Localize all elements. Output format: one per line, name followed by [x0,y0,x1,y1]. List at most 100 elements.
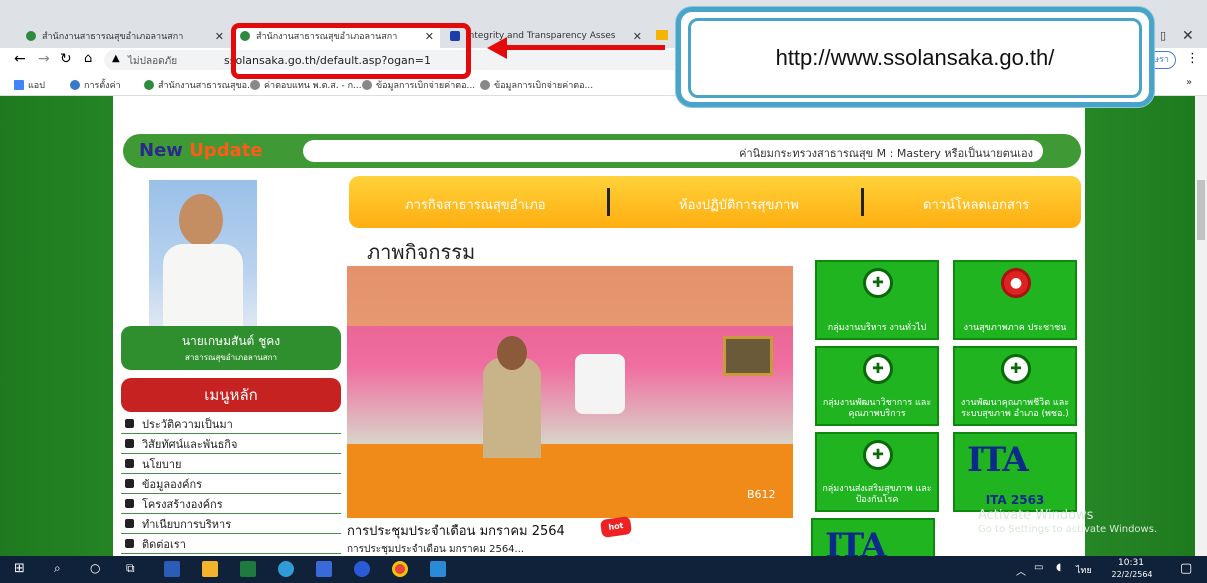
menu-item-label: ข้อมูลองค์กร [142,477,203,491]
uniform-shape [163,244,243,328]
store-icon[interactable] [316,561,332,577]
web-page: New Update ค่านิยมกระทรวงสาธารณสุข M : M… [0,96,1195,556]
menu-dots-icon[interactable]: ⋮ [1186,51,1199,66]
bookmark-label: แอป [28,81,45,91]
menu-item-contact[interactable]: ติดต่อเรา [121,534,341,554]
pointer-arrow-shaft [505,45,665,50]
url-highlight-box [231,23,471,79]
update-label: Update [189,140,263,161]
bullet-icon [125,459,134,468]
portrait-frame-shape [723,336,773,376]
window-close-icon[interactable]: ✕ [1182,28,1194,44]
more-bookmarks-icon[interactable]: » [1186,77,1192,88]
language-indicator[interactable]: ไทย [1076,563,1092,577]
warning-icon[interactable]: ▲ [112,53,120,64]
menu-item-structure[interactable]: โครงสร้างองค์กร [121,494,341,514]
menu-item-org-info[interactable]: ข้อมูลองค์กร [121,474,341,494]
tile-health-promotion[interactable]: ✚ กลุ่มงานส่งเสริมสุขภาพ และป้องกันโรค [815,432,939,512]
tray-chevron-icon[interactable]: ︿ [1016,563,1026,578]
edge-icon[interactable] [278,561,294,577]
tile-label: กลุ่มงานส่งเสริมสุขภาพ และป้องกันโรค [822,484,932,505]
tile-academic[interactable]: ✚ กลุ่มงานพัฒนาวิชาการ และคุณภาพบริการ [815,346,939,426]
volume-icon[interactable]: ◖ [1056,562,1061,573]
back-arrow-icon[interactable]: ← [14,51,26,67]
main-menu-header: เมนูหลัก [121,378,341,412]
bookmark-ssolansaka[interactable]: สำนักงานสาธารณสุขอ... [144,78,256,92]
menu-item-label: ประวัติความเป็นมา [142,417,233,431]
people-icon: ● [1001,268,1031,298]
new-label: New [139,140,183,161]
apps-grid-icon [14,80,24,90]
bookmark-settings[interactable]: การตั้งค่า [70,78,121,92]
activate-windows-sub: Go to Settings to activate Windows. [978,524,1158,535]
notification-icon[interactable]: ▢ [1180,561,1192,576]
menu-item-label: ติดต่อเรา [142,537,186,551]
speaker-shape [483,358,541,458]
mail-icon[interactable] [430,561,446,577]
home-icon[interactable]: ⌂ [84,51,92,66]
tile-label: ITA 2563 [985,493,1045,507]
file-explorer-icon[interactable] [202,561,218,577]
ceiling-shape [347,266,793,326]
forward-arrow-icon[interactable]: → [38,51,50,67]
director-title: สาธารณสุขอำเภอลานสกา [184,353,277,362]
activity-caption[interactable]: การประชุมประจำเดือน มกราคม 2564 [347,520,565,541]
bullet-icon [125,439,134,448]
bookmark-label: ข้อมูลการเบิกจ่ายค่าตอ... [494,81,594,91]
bookmark-payment-1[interactable]: ข้อมูลการเบิกจ่ายค่าตอ... [362,78,475,92]
new-update-label: New Update [139,140,263,161]
director-name: นายเกษมสันต์ ชูคง [181,334,281,348]
reload-icon[interactable]: ↻ [60,51,72,67]
menu-item-history[interactable]: ประวัติความเป็นมา [121,414,341,434]
task-view-icon[interactable]: ⧉ [126,561,142,577]
bullet-icon [125,499,134,508]
drive-favicon-icon[interactable] [656,30,668,40]
tile-public-health[interactable]: ● งานสุขภาพภาค ประชาชน [953,260,1077,340]
tile-admin[interactable]: ✚ กลุ่มงานบริหาร งานทั่วไป [815,260,939,340]
menu-item-vision[interactable]: วิสัยทัศน์และพันธกิจ [121,434,341,454]
tab-1[interactable]: สำนักงานสาธารณสุขอำเภอลานสกา ✕ [18,24,230,48]
speaker-head-shape [497,336,527,370]
moph-logo-icon: ✚ [863,268,893,298]
bullet-icon [125,419,134,428]
tile-quality-of-life[interactable]: ✚ งานพัฒนาคุณภาพชีวิต และระบบสุขภาพ อำเภ… [953,346,1077,426]
scrollbar-thumb[interactable] [1197,180,1205,240]
menu-item-label: นโยบาย [142,457,182,471]
news-marquee: ค่านิยมกระทรวงสาธารณสุข M : Mastery หรือ… [303,140,1043,162]
tile-ita-2563[interactable]: ITA ITA 2563 [953,432,1077,512]
close-tab-icon[interactable]: ✕ [633,30,642,43]
search-icon[interactable]: ⌕ [54,561,70,577]
globe-icon [362,80,372,90]
activity-subcaption[interactable]: การประชุมประจำเดือน มกราคม 2564... [347,542,524,556]
nav-mission[interactable]: ภารกิจสาธารณสุขอำเภอ [405,194,546,215]
page-scrollbar[interactable] [1195,96,1207,556]
nav-divider [861,188,864,216]
word-icon[interactable] [164,561,180,577]
clock-date[interactable]: 22/2/2564 [1108,570,1156,579]
nav-downloads[interactable]: ดาวน์โหลดเอกสาร [923,194,1029,215]
nav-health-lab[interactable]: ห้องปฏิบัติการสุขภาพ [679,194,799,215]
app-icon[interactable] [354,561,370,577]
main-nav: ภารกิจสาธารณสุขอำเภอ ห้องปฏิบัติการสุขภา… [349,176,1081,228]
new-update-bar: New Update ค่านิยมกระทรวงสาธารณสุข M : M… [123,134,1081,168]
bullet-icon [125,539,134,548]
network-icon[interactable]: ▭ [1034,562,1043,573]
activate-windows-title: Activate Windows [978,508,1094,523]
cortana-icon[interactable]: ○ [90,561,106,577]
tile-ita-next[interactable]: ITA [811,518,935,556]
window-restore-icon[interactable]: ▯ [1160,29,1166,42]
security-status[interactable]: ไม่ปลอดภัย [128,54,177,69]
windows-taskbar: ⊞ ⌕ ○ ⧉ ︿ ▭ ◖ ไทย 10:31 22/2/2564 ▢ [0,556,1207,583]
bookmark-pts[interactable]: ค่าตอบแทน พ.ต.ส. - ก... [250,78,362,92]
menu-item-executives[interactable]: ทำเนียบการบริหาร [121,514,341,534]
windows-start-icon[interactable]: ⊞ [14,561,30,577]
excel-icon[interactable] [240,561,256,577]
tile-label: งานสุขภาพภาค ประชาชน [963,323,1067,333]
bookmark-payment-2[interactable]: ข้อมูลการเบิกจ่ายค่าตอ... [480,78,593,92]
menu-item-policy[interactable]: นโยบาย [121,454,341,474]
bookmark-apps[interactable]: แอป [14,78,45,92]
close-tab-icon[interactable]: ✕ [215,30,224,43]
clock-time[interactable]: 10:31 [1110,558,1152,568]
chrome-icon[interactable] [392,561,408,577]
activity-photo[interactable]: B612 [347,266,793,518]
